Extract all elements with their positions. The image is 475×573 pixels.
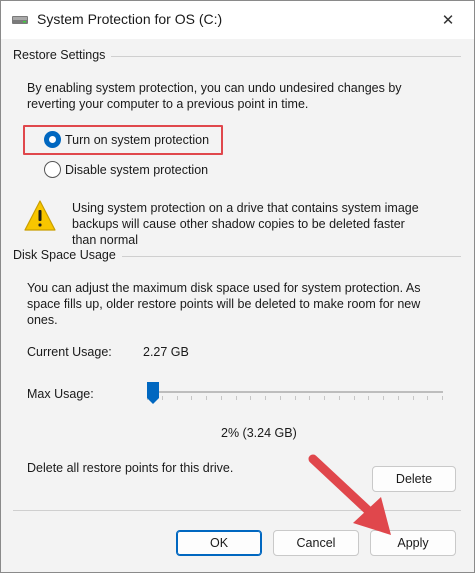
max-usage-label: Max Usage:: [27, 387, 94, 401]
max-usage-slider-track[interactable]: [147, 391, 443, 393]
restore-description: By enabling system protection, you can u…: [27, 81, 402, 111]
window-title: System Protection for OS (C:): [37, 11, 223, 27]
radio-disable-label: Disable system protection: [65, 162, 209, 177]
restore-settings-label: Restore Settings: [13, 48, 112, 62]
disk-space-description: You can adjust the maximum disk space us…: [27, 281, 421, 327]
max-usage-slider-ticks: [147, 396, 443, 400]
radio-button-checked[interactable]: [44, 131, 61, 148]
warning-text: Using system protection on a drive that …: [72, 201, 419, 247]
close-icon: ✕: [441, 12, 455, 29]
close-button[interactable]: ✕: [430, 5, 466, 35]
max-usage-readout: 2% (3.24 GB): [221, 426, 297, 440]
drive-icon: [12, 16, 28, 24]
radio-turn-on[interactable]: Turn on system protection: [44, 131, 209, 148]
disk-space-label: Disk Space Usage: [13, 248, 122, 262]
delete-description: Delete all restore points for this drive…: [27, 461, 234, 475]
radio-disable[interactable]: Disable system protection: [44, 161, 208, 178]
radio-turn-on-label: Turn on system protection: [65, 132, 210, 147]
current-usage-value: 2.27 GB: [143, 345, 189, 359]
title-bar: System Protection for OS (C:) ✕: [1, 1, 474, 39]
system-protection-dialog: System Protection for OS (C:) ✕ Restore …: [0, 0, 475, 573]
warning-icon: [24, 200, 56, 231]
max-usage-slider-thumb[interactable]: [146, 381, 160, 405]
ok-button[interactable]: OK: [176, 530, 262, 556]
current-usage-label: Current Usage:: [27, 345, 112, 359]
radio-button-unchecked[interactable]: [44, 161, 61, 178]
annotation-arrow-icon: [308, 454, 391, 535]
